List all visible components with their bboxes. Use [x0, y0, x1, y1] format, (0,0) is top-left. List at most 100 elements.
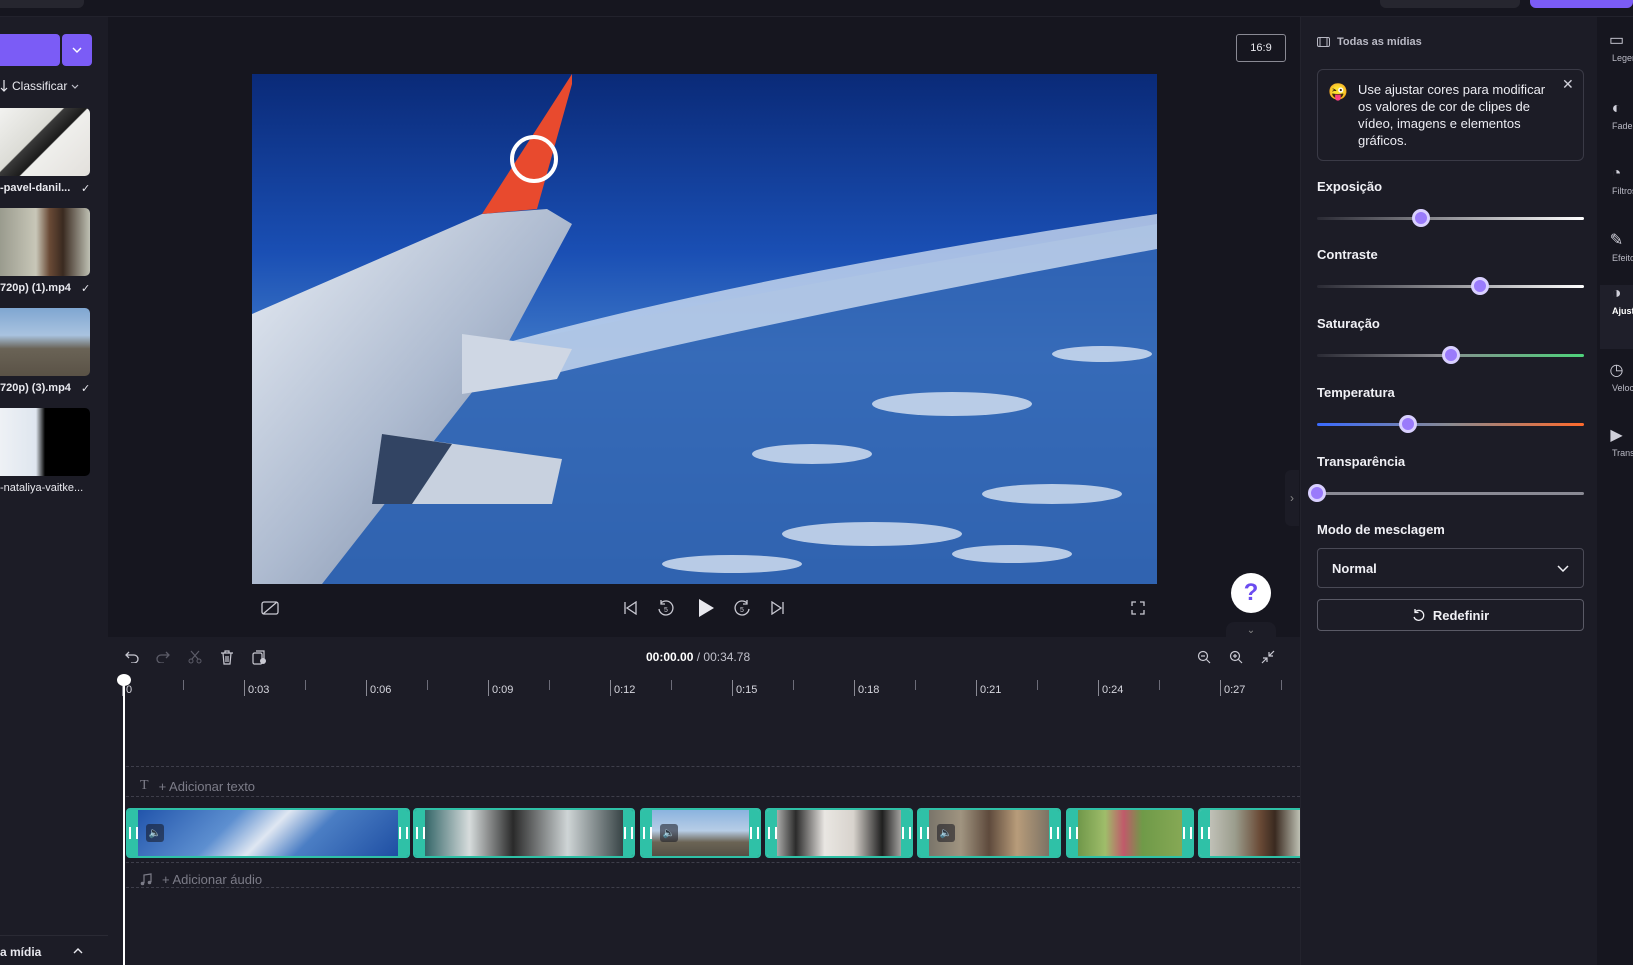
clip-trim-handle[interactable]: [767, 810, 777, 856]
rail-item-label: Legenda: [1612, 53, 1633, 63]
filters-icon: ◔: [1611, 165, 1622, 182]
rail-item-effects[interactable]: ✎ Efeitos: [1600, 230, 1633, 290]
time-ruler[interactable]: 0 0:03 0:06 0:09 0:12 0:15 0:18 0:21 0:2…: [122, 678, 1300, 698]
temperature-slider-knob[interactable]: [1398, 415, 1417, 433]
add-audio-track[interactable]: + Adicionar áudio: [140, 872, 262, 887]
rail-item-filters[interactable]: ◔ Filtros: [1600, 165, 1633, 225]
undo-icon[interactable]: [122, 647, 142, 667]
reset-label: Redefinir: [1432, 607, 1490, 623]
caption-toggle-icon[interactable]: [260, 598, 280, 618]
clip-trim-handle[interactable]: [1068, 810, 1078, 856]
contrast-slider-knob[interactable]: [1470, 277, 1489, 295]
text-track-bottom: [126, 796, 1300, 797]
transparency-label: Transparência: [1317, 454, 1406, 469]
sort-control[interactable]: Classificar: [0, 76, 79, 96]
audio-track-top: [126, 862, 1300, 863]
rewind-5-icon[interactable]: 5: [656, 598, 676, 618]
blend-mode-select[interactable]: Normal: [1317, 548, 1584, 588]
clip-trim-handle[interactable]: [642, 810, 652, 856]
volume-icon[interactable]: 🔈: [660, 824, 678, 842]
clip-trim-handle[interactable]: [1200, 810, 1210, 856]
exposure-slider-knob[interactable]: [1412, 209, 1431, 227]
duplicate-icon[interactable]: [249, 647, 269, 667]
rail-item-transition[interactable]: ▶ Transição: [1600, 425, 1633, 485]
video-clip[interactable]: [1066, 808, 1194, 858]
contrast-slider[interactable]: [1317, 285, 1584, 288]
delete-icon[interactable]: [217, 647, 237, 667]
playhead[interactable]: [123, 677, 125, 965]
fit-timeline-icon[interactable]: [1258, 647, 1278, 667]
media-thumbnail[interactable]: [0, 208, 90, 276]
clip-trim-handle[interactable]: [128, 810, 138, 856]
clip-trim-handle[interactable]: [901, 810, 911, 856]
video-clip[interactable]: 🔈: [126, 808, 410, 858]
split-icon[interactable]: [185, 647, 205, 667]
wink-emoji-icon: 😜: [1328, 84, 1348, 101]
media-thumbnail[interactable]: [0, 408, 90, 476]
check-icon: ✓: [81, 383, 91, 395]
fullscreen-icon[interactable]: [1128, 598, 1148, 618]
check-icon: ✓: [81, 183, 91, 195]
rail-item-speed[interactable]: ◷ Velocidade: [1600, 360, 1633, 420]
clip-trim-handle[interactable]: [1182, 810, 1192, 856]
clip-trim-handle[interactable]: [398, 810, 408, 856]
export-button[interactable]: [1530, 0, 1633, 8]
ruler-label: 0:24: [1102, 684, 1124, 696]
reset-button[interactable]: Redefinir: [1317, 599, 1584, 631]
clip-trim-handle[interactable]: [1049, 810, 1059, 856]
transparency-slider[interactable]: [1317, 492, 1584, 495]
clip-trim-handle[interactable]: [749, 810, 759, 856]
video-clip[interactable]: 🔈: [640, 808, 761, 858]
forward-5-icon[interactable]: 5: [732, 598, 752, 618]
ruler-label: 0:03: [248, 684, 270, 696]
rail-item-fade[interactable]: ◐ Fade: [1600, 100, 1633, 160]
video-clip[interactable]: [413, 808, 635, 858]
top-bar: [0, 0, 1633, 17]
contrast-label: Contraste: [1317, 247, 1378, 262]
zoom-in-icon[interactable]: [1226, 647, 1246, 667]
help-button[interactable]: ?: [1231, 573, 1271, 613]
redo-icon[interactable]: [153, 647, 173, 667]
top-left-control[interactable]: [0, 0, 84, 8]
playhead-handle[interactable]: [117, 674, 131, 686]
media-item-label: -nataliya-vaitke...: [0, 482, 84, 494]
clip-trim-handle[interactable]: [415, 810, 425, 856]
rail-item-adjust-colors[interactable]: ◑ Ajustar cores: [1600, 285, 1633, 349]
import-media-button[interactable]: [0, 34, 60, 66]
add-text-label: + Adicionar texto: [158, 778, 256, 794]
clip-trim-handle[interactable]: [919, 810, 929, 856]
volume-icon[interactable]: 🔈: [146, 824, 164, 842]
video-clip[interactable]: 🔈: [917, 808, 1061, 858]
temperature-slider[interactable]: [1317, 423, 1584, 426]
add-text-track[interactable]: T + Adicionar texto: [140, 778, 255, 794]
volume-icon[interactable]: 🔈: [937, 824, 955, 842]
text-icon: T: [140, 778, 149, 793]
rail-item-label: Fade: [1612, 121, 1633, 131]
video-clip[interactable]: [765, 808, 913, 858]
chevron-down-icon: [72, 47, 82, 53]
rail-item-captions[interactable]: ▭ Legenda: [1600, 30, 1633, 90]
zoom-out-icon[interactable]: [1194, 647, 1214, 667]
aspect-ratio-button[interactable]: 16:9: [1236, 34, 1286, 62]
skip-back-icon[interactable]: [620, 598, 640, 618]
close-icon[interactable]: ✕: [1562, 76, 1574, 93]
magic-wand-icon: ✎: [1609, 232, 1624, 249]
media-thumbnail[interactable]: [0, 308, 90, 376]
clip-trim-handle[interactable]: [623, 810, 633, 856]
import-dropdown-button[interactable]: [62, 34, 92, 66]
play-icon[interactable]: [694, 596, 718, 620]
help-collapse-button[interactable]: ⌄: [1226, 622, 1276, 638]
top-right-control[interactable]: [1380, 0, 1520, 8]
ruler-label: 0:15: [736, 684, 758, 696]
media-panel-footer[interactable]: a mídia: [0, 935, 108, 965]
media-thumbnail[interactable]: [0, 108, 90, 176]
chevron-down-icon: [1557, 564, 1569, 572]
saturation-slider-knob[interactable]: [1441, 346, 1460, 364]
ruler-label: 0:06: [370, 684, 392, 696]
collapse-right-panel-button[interactable]: ›: [1285, 470, 1299, 526]
current-time: 00:00.00: [646, 650, 694, 664]
exposure-slider[interactable]: [1317, 217, 1584, 220]
video-clip[interactable]: [1198, 808, 1300, 858]
skip-forward-icon[interactable]: [768, 598, 788, 618]
transparency-slider-knob[interactable]: [1308, 484, 1326, 502]
